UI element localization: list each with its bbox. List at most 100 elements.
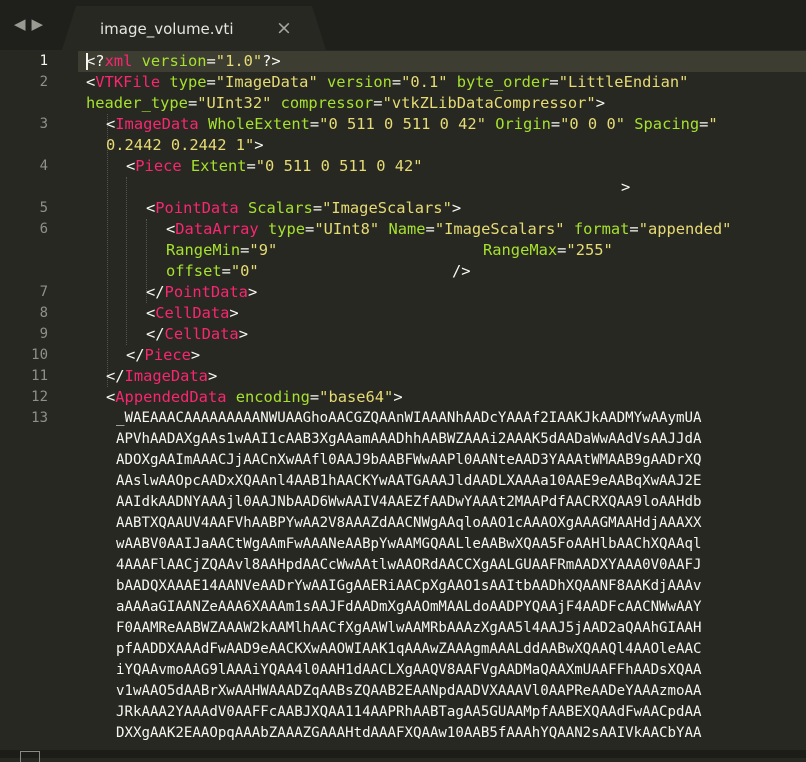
code-punct: = bbox=[206, 73, 216, 91]
line-number: 9 bbox=[39, 326, 48, 342]
code-punct: = bbox=[246, 157, 256, 175]
line-number: 11 bbox=[31, 368, 48, 384]
code-punct: > bbox=[207, 367, 218, 385]
code-string: "0 0 0" bbox=[560, 115, 625, 133]
code-punct: < bbox=[146, 304, 156, 322]
code-attr: offset bbox=[166, 262, 222, 280]
tab-bar: ◀ ▶ image_volume.vti × bbox=[0, 0, 806, 50]
code-string: " bbox=[708, 115, 718, 133]
forward-arrow-icon[interactable]: ▶ bbox=[32, 12, 44, 36]
code-punct: < bbox=[166, 220, 176, 238]
code-line-5: <PointData Scalars="ImageScalars"> bbox=[146, 198, 461, 219]
code-line-12: <AppendedData encoding="base64"> bbox=[106, 387, 403, 408]
code-line-3: <ImageData WholeExtent="0 511 0 511 0 42… bbox=[106, 114, 718, 135]
code-attr: Extent bbox=[181, 157, 247, 175]
line-number: 2 bbox=[39, 74, 48, 90]
line-number: 4 bbox=[39, 158, 48, 174]
line-number: 3 bbox=[39, 116, 48, 132]
code-punct: </ bbox=[126, 346, 145, 364]
tab-navigation: ◀ ▶ bbox=[14, 12, 43, 36]
code-punct: < bbox=[106, 115, 116, 133]
base64-data-line: _WAEAAACAAAAAAAAANWUAAGhoAACGZQAAnWIAAAN… bbox=[116, 410, 702, 426]
code-punct: = bbox=[309, 115, 320, 133]
code-string: "1.0" bbox=[215, 52, 263, 70]
code-attr: type bbox=[258, 220, 306, 238]
base64-data-line: APVhAADAXgAAs1wAAI1cAAB3XgAAamAAADhhAABW… bbox=[116, 431, 702, 447]
code-punct: ?> bbox=[262, 52, 281, 70]
code-attr: Spacing bbox=[625, 115, 700, 133]
code-punct: > bbox=[393, 388, 403, 406]
code-punct: < bbox=[126, 157, 136, 175]
base64-data-line: AAslwAAOpcAADxXQAAnl4AAB1hAACKYwAATGAAAJ… bbox=[116, 473, 702, 489]
code-punct: = bbox=[391, 73, 402, 91]
base64-data-line: pfAADDXAAAdFwAAD9eAACKXwAAOWIAAK1qAAAwZA… bbox=[116, 641, 702, 657]
code-string: "ImageData" bbox=[215, 73, 318, 91]
line-number: 5 bbox=[39, 200, 48, 216]
code-tag: ImageData bbox=[115, 115, 199, 133]
code-string: "0" bbox=[230, 262, 259, 280]
code-line-2-wrap: header_type="UInt32" compressor="vtkZLib… bbox=[86, 93, 605, 114]
line-number: 13 bbox=[31, 410, 48, 426]
status-bar bbox=[0, 750, 806, 762]
code-line-4-wrap: > bbox=[621, 177, 630, 198]
code-punct: < bbox=[106, 388, 116, 406]
code-tag: DataArray bbox=[175, 220, 259, 238]
code-punct: > bbox=[229, 304, 239, 322]
code-line-6-wrap-b: RangeMax="255" bbox=[483, 240, 613, 261]
code-punct: = bbox=[373, 94, 383, 112]
tab-image-volume[interactable]: image_volume.vti × bbox=[62, 6, 326, 50]
base64-data-line: AABTXQAAUV4AAFVhAABPYwAA2V8AAAZdAACNWgAA… bbox=[116, 515, 702, 531]
indent-guide bbox=[126, 177, 127, 345]
code-string: "0.1" bbox=[401, 73, 448, 91]
back-arrow-icon[interactable]: ◀ bbox=[14, 12, 26, 36]
code-tag: PointData bbox=[164, 283, 248, 301]
code-attr: format bbox=[564, 220, 630, 238]
base64-data-line: 4AAAFlAACjZQAAvl8AAHpdAACcWwAAtlwAAORdAA… bbox=[116, 557, 702, 573]
code-punct: = bbox=[221, 262, 231, 280]
code-string: "UInt32" bbox=[197, 94, 272, 112]
code-line-6: <DataArray type="UInt8" Name="ImageScala… bbox=[166, 219, 731, 240]
code-string: "appended" bbox=[638, 220, 732, 238]
code-string: "0 511 0 511 0 42" bbox=[319, 115, 486, 133]
code-string: "9" bbox=[249, 241, 278, 259]
code-punct: </ bbox=[146, 283, 165, 301]
code-string: "vtkZLibDataCompressor" bbox=[382, 94, 596, 112]
code-punct: < bbox=[86, 73, 96, 91]
base64-data-line: v1wAAO5dAABrXwAAHWAAADZqAABsZQAAB2EAANpd… bbox=[116, 683, 702, 699]
code-punct: > bbox=[621, 178, 631, 196]
code-punct: = bbox=[425, 220, 435, 238]
code-string: "ImageScalars" bbox=[434, 220, 565, 238]
code-punct: > bbox=[238, 325, 248, 343]
base64-data-line: aAAAaGIAANZeAAA6XAAAm1sAAJFdAADmXgAAOmMA… bbox=[116, 599, 702, 615]
code-tag: CellData bbox=[164, 325, 239, 343]
close-icon[interactable]: × bbox=[276, 17, 292, 39]
code-attr: version bbox=[132, 52, 207, 70]
code-attr: type bbox=[160, 73, 207, 91]
code-tag: ImageData bbox=[124, 367, 208, 385]
code-tag: xml bbox=[104, 52, 133, 70]
line-number: 1 bbox=[39, 53, 48, 69]
code-punct: > bbox=[247, 283, 258, 301]
code-attr: version bbox=[317, 73, 392, 91]
code-string: "ImageScalars" bbox=[322, 199, 452, 217]
code-string: "0 511 0 511 0 42" bbox=[255, 157, 423, 175]
code-string: "255" bbox=[566, 241, 613, 259]
code-punct: = bbox=[549, 73, 559, 91]
base64-data-line: wAABV0AAIJaAACtWgAAmFwAAANeAABpYwAAMGQAA… bbox=[116, 536, 702, 552]
code-tag: Piece bbox=[135, 157, 182, 175]
code-attr: encoding bbox=[226, 388, 310, 406]
code-punct: </ bbox=[106, 367, 125, 385]
code-punct: ? bbox=[95, 52, 105, 70]
code-line-6-wrap-c: offset="0" bbox=[166, 261, 259, 282]
tab-title: image_volume.vti bbox=[100, 20, 234, 38]
base64-data-line: bAADQXAAAE14AANVeAADrYwAAIGgAAERiAACpXgA… bbox=[116, 578, 702, 594]
code-punct: > bbox=[451, 199, 462, 217]
code-attr: Name bbox=[379, 220, 426, 238]
base64-data-line: ADOXgAAImAAACJjAACnXwAAfl0AAJ9bAABFWwAAP… bbox=[116, 452, 702, 468]
code-line-1: <?xml version="1.0"?> bbox=[86, 51, 281, 72]
code-area[interactable]: <?xml version="1.0"?> <VTKFile type="Ima… bbox=[86, 51, 804, 751]
panel-toggle-icon[interactable] bbox=[20, 751, 40, 762]
line-number: 12 bbox=[31, 389, 48, 405]
code-punct: = bbox=[187, 94, 198, 112]
code-line-11: </ImageData> bbox=[106, 366, 217, 387]
